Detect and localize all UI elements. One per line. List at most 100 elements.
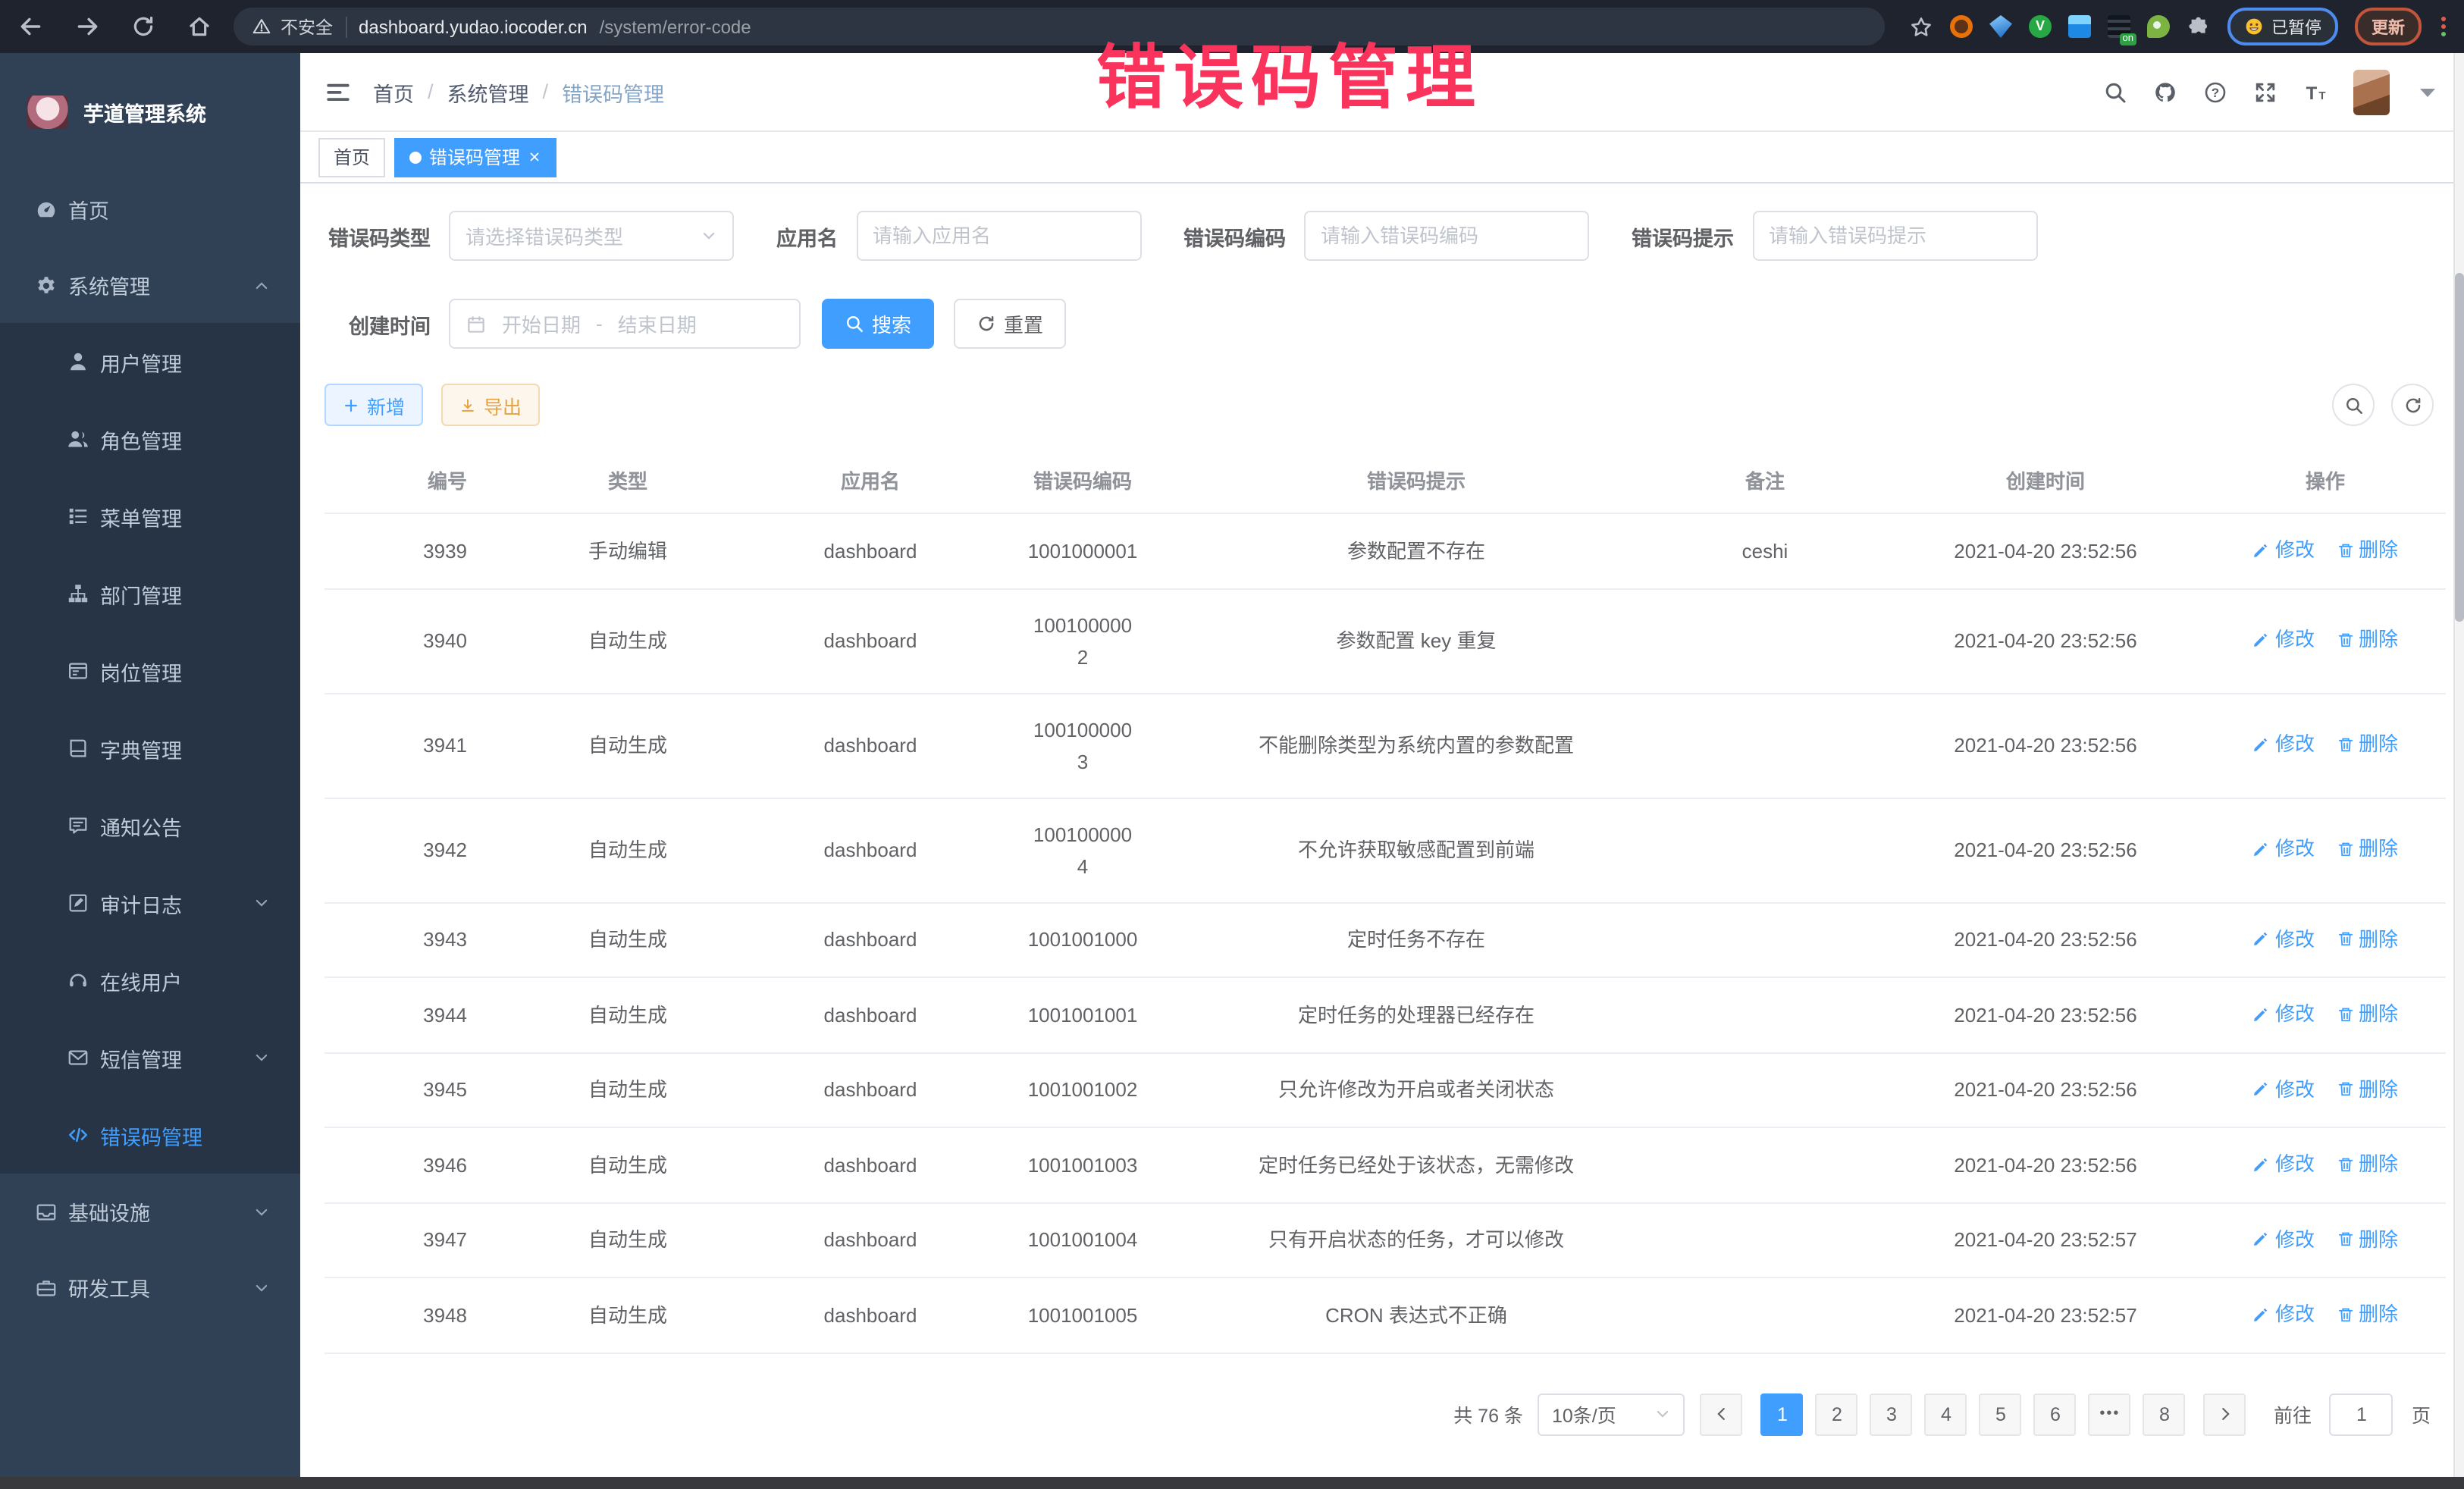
error-type-select[interactable]: 请选择错误码类型	[449, 211, 734, 261]
close-icon[interactable]	[528, 150, 541, 164]
fullscreen-icon[interactable]	[2253, 80, 2277, 104]
refresh-button[interactable]	[2391, 384, 2434, 426]
hamburger-icon[interactable]	[324, 78, 352, 105]
edit-link[interactable]: 修改	[2252, 998, 2315, 1030]
delete-link[interactable]: 删除	[2336, 729, 2398, 760]
delete-link[interactable]: 删除	[2336, 1148, 2398, 1180]
avatar[interactable]	[2353, 69, 2390, 114]
page-button-3[interactable]: 3	[1870, 1393, 1913, 1435]
orange-extension-icon[interactable]	[1950, 15, 1973, 38]
breadcrumb-system[interactable]: 系统管理	[447, 77, 529, 107]
column-header: 备注	[1644, 447, 1886, 513]
sidebar-item-infrastructure[interactable]: 基础设施	[0, 1174, 300, 1249]
reload-icon[interactable]	[130, 14, 156, 39]
edit-link[interactable]: 修改	[2252, 534, 2315, 566]
bookmark-star-icon[interactable]	[1909, 14, 1933, 39]
error-hint-input[interactable]	[1752, 211, 2037, 261]
cell-created: 2021-04-20 23:52:56	[1886, 1127, 2205, 1202]
address-bar[interactable]: 不安全 dashboard.yudao.iocoder.cn/system/er…	[234, 8, 1885, 45]
sidebar-item-home[interactable]: 首页	[0, 171, 300, 247]
delete-link[interactable]: 删除	[2336, 1073, 2398, 1105]
export-button[interactable]: 导出	[441, 384, 540, 426]
breadcrumb-home[interactable]: 首页	[373, 77, 414, 107]
column-header: 创建时间	[1886, 447, 2205, 513]
delete-link[interactable]: 删除	[2336, 998, 2398, 1030]
error-code-input[interactable]	[1304, 211, 1589, 261]
delete-link[interactable]: 删除	[2336, 1223, 2398, 1255]
site-security[interactable]: 不安全	[252, 14, 333, 39]
delete-link[interactable]: 删除	[2336, 833, 2398, 865]
caret-down-icon[interactable]	[2415, 80, 2440, 104]
sidebar-item-user-management[interactable]: 用户管理	[0, 323, 300, 400]
column-header: 错误码提示	[1189, 447, 1644, 513]
next-page-button[interactable]	[2204, 1393, 2246, 1435]
page-size-select[interactable]: 10条/页	[1538, 1393, 1685, 1435]
paused-profile-pill[interactable]: 已暂停	[2227, 8, 2338, 45]
table-row: 3944自动生成dashboard1001001001定时任务的处理器已经存在2…	[324, 977, 2446, 1052]
goto-page-input[interactable]	[2330, 1393, 2393, 1435]
forward-icon[interactable]	[74, 14, 100, 39]
github-icon[interactable]	[2153, 80, 2177, 104]
back-icon[interactable]	[18, 14, 44, 39]
sidebar-item-menu-management[interactable]: 菜单管理	[0, 478, 300, 555]
edit-link[interactable]: 修改	[2252, 1073, 2315, 1105]
search-icon[interactable]	[2103, 80, 2127, 104]
app-logo-row: 芋道管理系统	[0, 53, 300, 171]
edit-link[interactable]: 修改	[2252, 1298, 2315, 1330]
edit-link[interactable]: 修改	[2252, 624, 2315, 656]
column-header: 类型	[491, 447, 764, 513]
edit-link[interactable]: 修改	[2252, 1148, 2315, 1180]
prev-page-button[interactable]	[1701, 1393, 1743, 1435]
delete-link[interactable]: 删除	[2336, 624, 2398, 656]
cell-actions: 修改删除	[2205, 977, 2446, 1052]
sidebar-item-dict-management[interactable]: 字典管理	[0, 710, 300, 787]
page-button-•••[interactable]: •••	[2089, 1393, 2131, 1435]
sidebar-item-role-management[interactable]: 角色管理	[0, 400, 300, 478]
list-on-extension-icon[interactable]: on	[2108, 15, 2130, 38]
browser-menu-icon[interactable]	[2441, 17, 2446, 36]
page-button-2[interactable]: 2	[1816, 1393, 1858, 1435]
tab-错误码管理[interactable]: 错误码管理	[394, 137, 556, 177]
search-button[interactable]: 搜索	[822, 299, 934, 349]
sidebar-item-error-code-management[interactable]: 错误码管理	[0, 1096, 300, 1174]
page-button-1[interactable]: 1	[1761, 1393, 1804, 1435]
home-icon[interactable]	[187, 14, 212, 39]
sidebar-item-audit-log[interactable]: 审计日志	[0, 864, 300, 942]
delete-link[interactable]: 删除	[2336, 534, 2398, 566]
question-icon[interactable]: ?	[2203, 80, 2227, 104]
sidebar-item-sms-management[interactable]: 短信管理	[0, 1019, 300, 1096]
date-range-picker[interactable]: 开始日期 - 结束日期	[449, 299, 801, 349]
edit-link[interactable]: 修改	[2252, 1223, 2315, 1255]
scrollbar-thumb[interactable]	[2455, 273, 2464, 622]
update-button[interactable]: 更新	[2355, 8, 2422, 45]
sidebar-item-dept-management[interactable]: 部门管理	[0, 555, 300, 632]
delete-link[interactable]: 删除	[2336, 1298, 2398, 1330]
blue-cube-extension-icon[interactable]	[2068, 15, 2091, 38]
sidebar-item-online-users[interactable]: 在线用户	[0, 942, 300, 1019]
page-button-8[interactable]: 8	[2143, 1393, 2186, 1435]
scrollbar-track[interactable]	[2453, 53, 2464, 1477]
reset-button[interactable]: 重置	[954, 299, 1066, 349]
cell-code: 1001001001	[977, 977, 1189, 1052]
sidebar-item-dev-tools[interactable]: 研发工具	[0, 1249, 300, 1325]
toggle-search-button[interactable]	[2332, 384, 2375, 426]
delete-link[interactable]: 删除	[2336, 923, 2398, 955]
blue-gem-extension-icon[interactable]	[1989, 15, 2012, 38]
page-button-6[interactable]: 6	[2034, 1393, 2077, 1435]
green-spy-extension-icon[interactable]	[2147, 15, 2170, 38]
add-button[interactable]: 新增	[324, 384, 423, 426]
font-size-icon[interactable]: TT	[2303, 80, 2328, 104]
page-button-5[interactable]: 5	[1980, 1393, 2022, 1435]
page-button-4[interactable]: 4	[1925, 1393, 1967, 1435]
green-check-extension-icon[interactable]: V	[2029, 15, 2052, 38]
sidebar-item-notice-announcement[interactable]: 通知公告	[0, 787, 300, 864]
tab-首页[interactable]: 首页	[318, 137, 385, 177]
sidebar-item-system-management[interactable]: 系统管理	[0, 247, 300, 323]
column-header: 应用名	[764, 447, 977, 513]
edit-link[interactable]: 修改	[2252, 729, 2315, 760]
app-name-input[interactable]	[856, 211, 1141, 261]
edit-link[interactable]: 修改	[2252, 833, 2315, 865]
edit-link[interactable]: 修改	[2252, 923, 2315, 955]
sidebar-item-post-management[interactable]: 岗位管理	[0, 632, 300, 710]
puzzle-extensions-icon[interactable]	[2187, 14, 2211, 39]
